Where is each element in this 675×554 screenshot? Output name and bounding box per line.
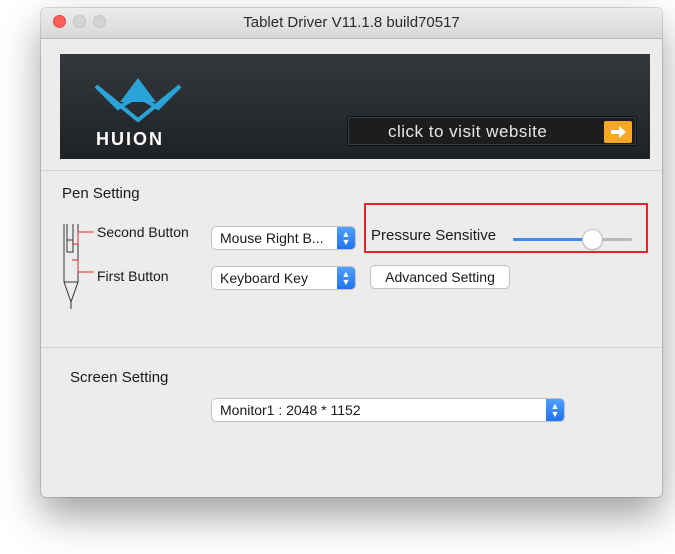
right-arrow-icon[interactable] [604,121,632,143]
first-button-value: Keyboard Key [220,270,308,286]
first-button-label: First Button [97,268,169,284]
second-button-select[interactable]: Mouse Right B... ▲ ▼ [212,227,355,249]
monitor-select[interactable]: Monitor1 : 2048 * 1152 ▲ ▼ [212,399,564,421]
divider [41,170,662,171]
chevron-updown-icon: ▲ ▼ [337,227,355,249]
visit-website-button[interactable]: click to visit website [347,116,637,146]
first-button-select[interactable]: Keyboard Key ▲ ▼ [212,267,355,289]
monitor-value: Monitor1 : 2048 * 1152 [220,402,361,418]
advanced-setting-button[interactable]: Advanced Setting [371,266,509,288]
pen-diagram-icon [57,220,97,317]
screen-setting-heading: Screen Setting [70,369,169,386]
pen-setting-heading: Pen Setting [62,185,140,202]
chevron-updown-icon: ▲ ▼ [546,399,564,421]
huion-logo-text: HUION [96,129,164,149]
second-button-value: Mouse Right B... [220,230,324,246]
window-title: Tablet Driver V11.1.8 build70517 [243,14,460,31]
visit-website-label: click to visit website [388,122,548,141]
pressure-highlight-box [364,203,648,253]
second-button-label: Second Button [97,224,189,240]
title-bar[interactable]: Tablet Driver V11.1.8 build70517 [41,8,662,39]
huion-banner: HUION click to visit website [60,54,650,159]
chevron-updown-icon: ▲ ▼ [337,267,355,289]
huion-crown-logo [92,74,184,131]
divider [41,347,662,348]
